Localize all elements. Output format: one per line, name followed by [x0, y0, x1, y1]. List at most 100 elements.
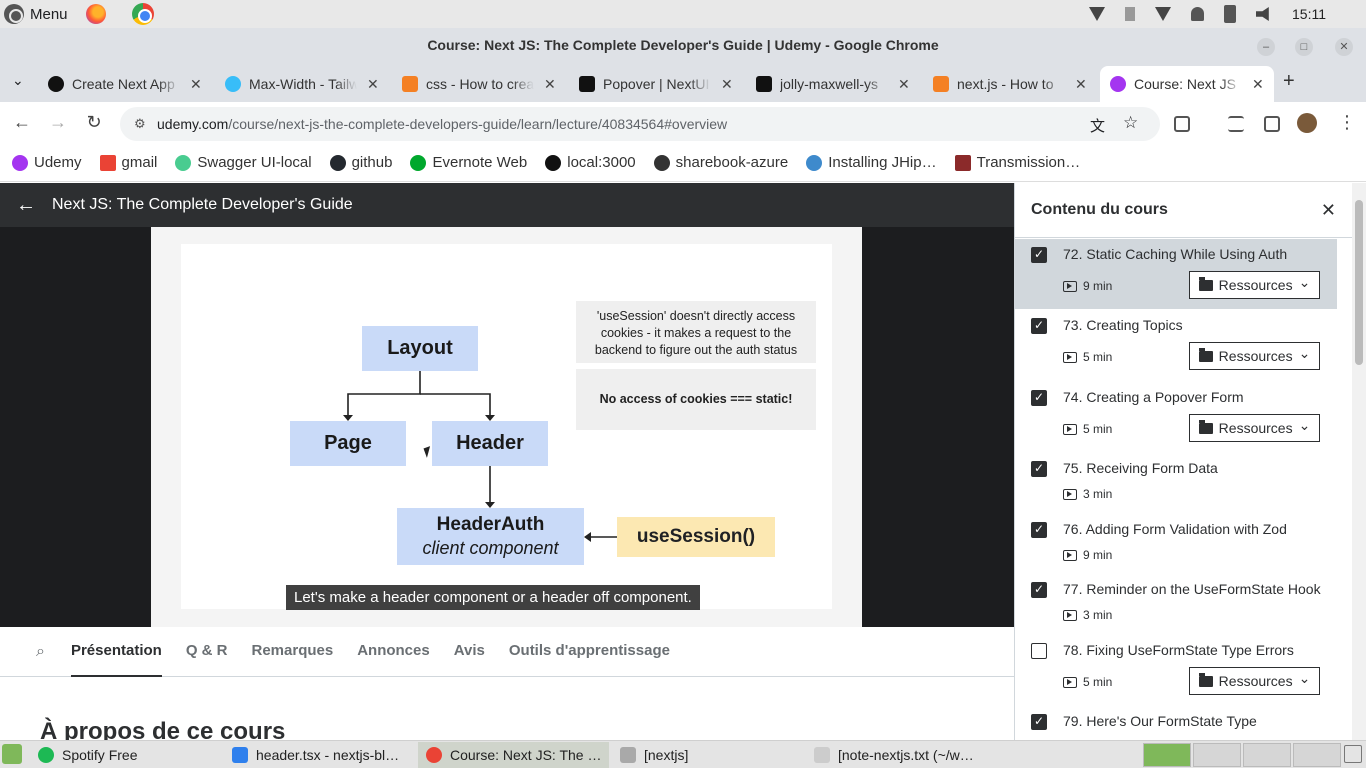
lecture-duration-text: 5 min: [1083, 675, 1113, 689]
tab-qa[interactable]: Q & R: [186, 627, 228, 677]
system-tray: 15:11: [1089, 0, 1366, 28]
site-info-icon[interactable]: ⚙: [134, 116, 146, 132]
bluetooth-icon[interactable]: [1125, 7, 1135, 21]
video-player[interactable]: Layout Page Header HeaderAuth client com…: [0, 227, 1014, 627]
github-icon: [329, 154, 346, 171]
forward-icon[interactable]: →: [46, 112, 70, 133]
bookmark-evernote[interactable]: Evernote Web: [410, 154, 527, 171]
tab-close-icon[interactable]: ✕: [367, 76, 379, 93]
new-tab-icon[interactable]: +: [1283, 70, 1295, 93]
volume-icon[interactable]: [1256, 7, 1269, 21]
lecture-checkbox[interactable]: ✓: [1031, 461, 1047, 477]
lecture-item[interactable]: ✓ 73. Creating Topics 5 min Ressources ⌄: [1015, 310, 1337, 382]
resources-dropdown-button[interactable]: Ressources ⌄: [1189, 667, 1320, 695]
lecture-item[interactable]: ✓ 77. Reminder on the UseFormState Hook 3 …: [1015, 574, 1337, 635]
lecture-item[interactable]: ✓ 74. Creating a Popover Form 5 min Ressour…: [1015, 382, 1337, 453]
notifications-icon[interactable]: [1191, 7, 1204, 21]
lecture-checkbox[interactable]: [1031, 643, 1047, 659]
browser-tab[interactable]: css - How to create ✕: [392, 66, 566, 102]
reload-icon[interactable]: ↻: [82, 112, 106, 133]
close-sidebar-icon[interactable]: ✕: [1321, 200, 1336, 221]
taskbar-item[interactable]: [nextjs]: [612, 742, 696, 768]
bookmark-star-icon[interactable]: ☆: [1123, 113, 1138, 133]
lecture-item[interactable]: ✓ 75. Receiving Form Data 3 min: [1015, 453, 1337, 514]
side-panel-icon[interactable]: [1264, 116, 1280, 132]
taskbar-item-active[interactable]: Course: Next JS: The …: [418, 742, 610, 768]
tab-close-icon[interactable]: ✕: [898, 76, 910, 93]
page-scrollbar-thumb[interactable]: [1355, 200, 1363, 365]
workspace-2[interactable]: [1193, 743, 1241, 767]
chrome-launcher-icon[interactable]: [131, 3, 154, 25]
bookmark-swagger[interactable]: Swagger UI-local: [175, 154, 312, 171]
chrome-menu-icon[interactable]: ⋮: [1338, 112, 1356, 133]
video-icon: [1063, 488, 1077, 500]
browser-tab[interactable]: jolly-maxwell-ys ✕: [746, 66, 920, 102]
tab-close-icon[interactable]: ✕: [544, 76, 556, 93]
browser-tab[interactable]: Popover | NextUI ✕: [569, 66, 743, 102]
lecture-checkbox[interactable]: ✓: [1031, 714, 1047, 730]
resources-dropdown-button[interactable]: Ressources ⌄: [1189, 271, 1320, 299]
wifi-icon[interactable]: [1155, 7, 1171, 21]
bookmark-jhipster[interactable]: Installing JHip…: [806, 154, 937, 171]
search-icon[interactable]: ⌕: [36, 643, 45, 661]
lecture-checkbox[interactable]: ✓: [1031, 522, 1047, 538]
tab-notes[interactable]: Remarques: [252, 627, 334, 677]
browser-tab[interactable]: Create Next App ✕: [38, 66, 212, 102]
network-icon[interactable]: [1089, 7, 1105, 21]
minimize-button[interactable]: –: [1257, 38, 1275, 56]
lecture-item[interactable]: ✓ 76. Adding Form Validation with Zod 9 mi…: [1015, 514, 1337, 574]
back-to-course-icon[interactable]: ←: [16, 194, 36, 217]
media-controls-icon[interactable]: [1228, 116, 1244, 132]
tab-close-icon[interactable]: ✕: [721, 76, 733, 93]
clock[interactable]: 15:11: [1292, 6, 1326, 22]
lecture-checkbox[interactable]: ✓: [1031, 247, 1047, 263]
tab-learning-tools[interactable]: Outils d'apprentissage: [509, 627, 670, 677]
os-menu-button[interactable]: Menu: [0, 3, 154, 25]
bookmark-udemy[interactable]: Udemy: [12, 154, 82, 171]
workspace-1[interactable]: [1143, 743, 1191, 767]
close-window-button[interactable]: ✕: [1335, 38, 1353, 56]
taskbar-item[interactable]: Spotify Free: [30, 742, 145, 768]
course-title[interactable]: Next JS: The Complete Developer's Guide: [52, 196, 353, 214]
tab-reviews[interactable]: Avis: [454, 627, 485, 677]
bookmark-transmission[interactable]: Transmission…: [954, 154, 1080, 171]
maximize-button[interactable]: □: [1295, 38, 1313, 56]
workspace-4[interactable]: [1293, 743, 1341, 767]
back-icon[interactable]: ←: [10, 112, 34, 133]
lecture-duration-text: 3 min: [1083, 487, 1113, 501]
taskbar-item[interactable]: header.tsx - nextjs-bl…: [224, 742, 407, 768]
workspace-3[interactable]: [1243, 743, 1291, 767]
tab-close-icon[interactable]: ✕: [1075, 76, 1087, 93]
firefox-launcher-icon[interactable]: [85, 4, 106, 24]
lecture-item[interactable]: ✓ 72. Static Caching While Using Auth 9 mi…: [1015, 239, 1337, 309]
browser-tab[interactable]: Max-Width - Tailwind ✕: [215, 66, 389, 102]
lecture-checkbox[interactable]: ✓: [1031, 390, 1047, 406]
browser-tab[interactable]: next.js - How to ✕: [923, 66, 1097, 102]
tab-label: Create Next App: [72, 76, 175, 92]
browser-tab-active[interactable]: Course: Next JS ✕: [1100, 66, 1274, 102]
tab-close-icon[interactable]: ✕: [190, 76, 202, 93]
lecture-item[interactable]: 78. Fixing UseFormState Type Errors 5 min…: [1015, 635, 1337, 706]
lecture-checkbox[interactable]: ✓: [1031, 582, 1047, 598]
taskbar-item[interactable]: [note-nextjs.txt (~/w…: [806, 742, 982, 768]
course-content-sidebar: Contenu du cours ✕ ✓ 72. Static Caching W…: [1014, 183, 1366, 740]
battery-icon[interactable]: [1224, 5, 1236, 23]
lecture-checkbox[interactable]: ✓: [1031, 318, 1047, 334]
resources-dropdown-button[interactable]: Ressources ⌄: [1189, 414, 1320, 442]
resources-dropdown-button[interactable]: Ressources ⌄: [1189, 342, 1320, 370]
translate-icon[interactable]: 文: [1090, 115, 1105, 136]
bookmark-localhost[interactable]: local:3000: [545, 154, 636, 171]
tab-presentation[interactable]: Présentation: [70, 627, 162, 677]
bookmark-github[interactable]: github: [329, 154, 392, 171]
tab-search-chevron-icon[interactable]: ⌄: [12, 72, 24, 89]
show-desktop-icon[interactable]: [2, 744, 22, 764]
extensions-icon[interactable]: [1174, 116, 1190, 132]
lecture-item[interactable]: ✓ 79. Here's Our FormState Type: [1015, 706, 1337, 740]
profile-avatar[interactable]: [1297, 113, 1317, 133]
bookmark-gmail[interactable]: gmail: [99, 154, 157, 171]
bookmark-sharebook[interactable]: sharebook-azure: [653, 154, 788, 171]
tab-close-icon[interactable]: ✕: [1252, 76, 1264, 93]
tab-announcements[interactable]: Annonces: [357, 627, 430, 677]
address-bar[interactable]: ⚙ udemy.com/course/next-js-the-complete-…: [120, 107, 1160, 141]
trash-icon[interactable]: [1344, 745, 1362, 763]
